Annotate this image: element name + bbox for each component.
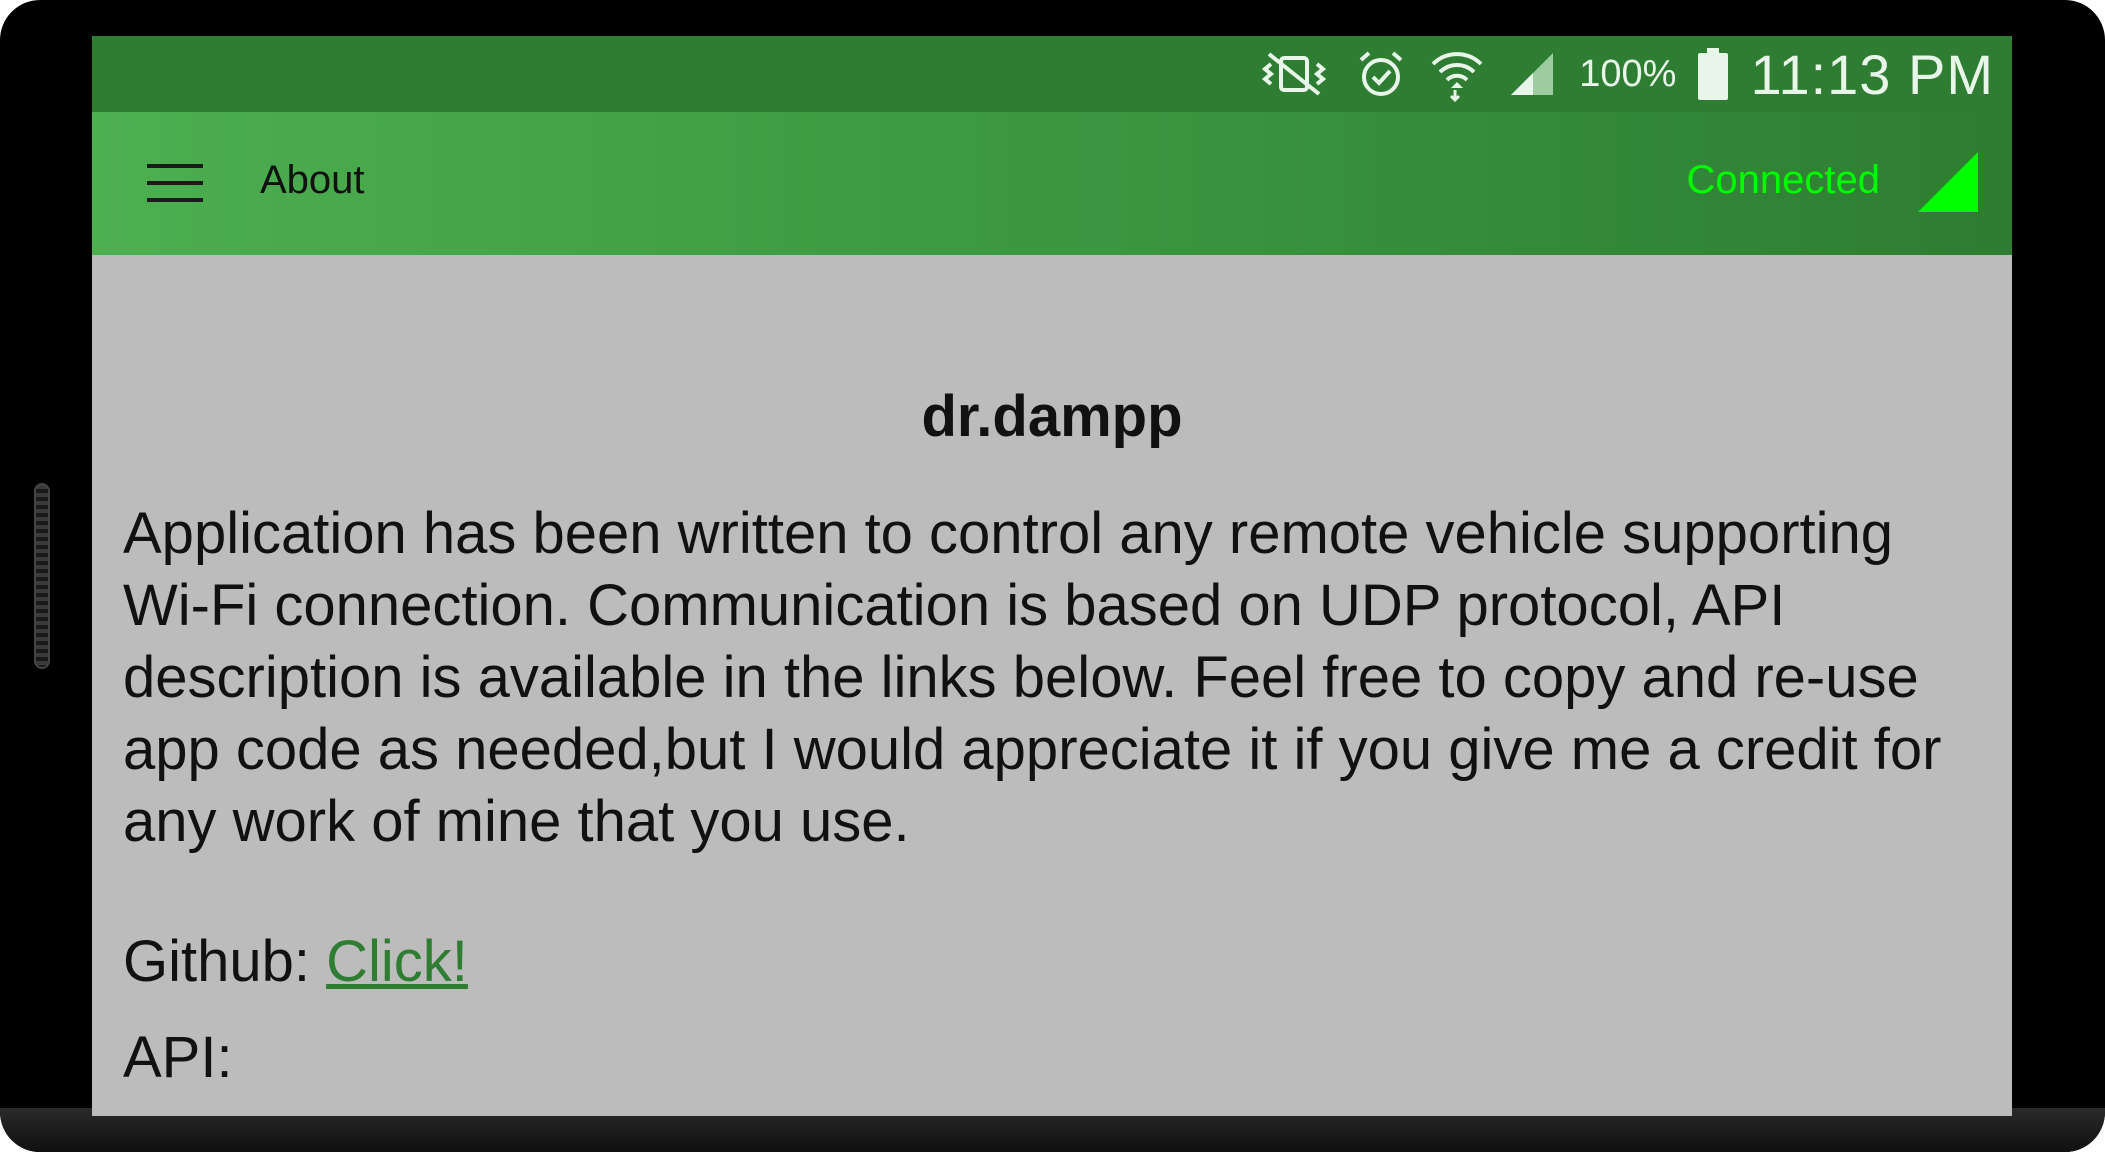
connection-status: Connected bbox=[1686, 158, 1880, 202]
signal-triangle-icon bbox=[1918, 152, 1978, 212]
app-bar: About Connected bbox=[92, 112, 2012, 255]
about-heading: dr.dampp bbox=[921, 384, 1183, 449]
status-icons: 100% 11:13 PM bbox=[1257, 36, 1994, 112]
wifi-icon bbox=[1429, 46, 1485, 102]
alarm-icon bbox=[1355, 48, 1407, 100]
github-label: Github: bbox=[123, 929, 327, 994]
battery-icon bbox=[1698, 48, 1729, 100]
about-description: Application has been written to control … bbox=[123, 501, 1942, 854]
clock: 11:13 PM bbox=[1750, 42, 1994, 106]
screen: 100% 11:13 PM About Connected dr.dampp A… bbox=[92, 36, 2012, 1116]
page-title: About bbox=[260, 158, 365, 202]
device-side-button bbox=[34, 483, 50, 669]
github-link[interactable]: Click! bbox=[326, 929, 468, 994]
about-content: dr.dampp Application has been written to… bbox=[92, 255, 2012, 1116]
cell-signal-icon bbox=[1507, 49, 1557, 99]
status-bar: 100% 11:13 PM bbox=[92, 36, 2012, 112]
hamburger-menu-icon[interactable] bbox=[147, 164, 203, 204]
vibrate-mute-icon bbox=[1257, 50, 1333, 98]
battery-percent: 100% bbox=[1579, 52, 1677, 95]
device-frame: 100% 11:13 PM About Connected dr.dampp A… bbox=[0, 0, 2105, 1152]
api-label: API: bbox=[123, 1025, 233, 1090]
github-row: Github: Click! bbox=[123, 928, 468, 995]
